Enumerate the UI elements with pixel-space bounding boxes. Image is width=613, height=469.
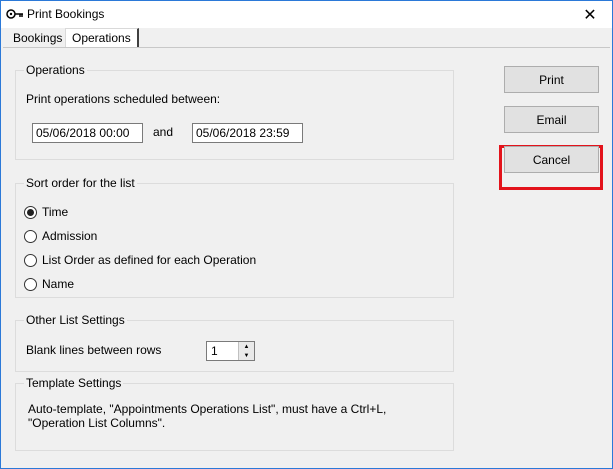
template-settings-group: Template Settings Auto-template, "Appoin…: [15, 376, 454, 451]
tab-bookings[interactable]: Bookings: [7, 30, 65, 48]
window-title: Print Bookings: [27, 7, 105, 21]
tab-bookings-label: Bookings: [13, 31, 63, 45]
radio-unchecked-icon: [24, 229, 37, 243]
email-button[interactable]: Email: [504, 106, 599, 133]
operations-tab-panel: Operations Print operations scheduled be…: [3, 47, 610, 467]
title-bar: Print Bookings ✕: [1, 1, 612, 28]
close-icon: ✕: [583, 6, 597, 24]
key-icon: [6, 9, 23, 19]
other-list-settings-group: Other List Settings Blank lines between …: [15, 313, 454, 372]
tab-operations[interactable]: Operations: [65, 28, 139, 48]
sort-option-admission[interactable]: Admission: [24, 228, 97, 244]
arrow-up-icon: ▲: [243, 343, 250, 350]
blank-lines-value: 1: [211, 344, 218, 358]
radio-unchecked-icon: [24, 253, 37, 267]
blank-lines-label: Blank lines between rows: [26, 343, 162, 357]
sort-option-name[interactable]: Name: [24, 276, 74, 292]
arrow-down-icon: ▼: [243, 352, 250, 359]
and-label: and: [153, 125, 174, 139]
end-datetime-input[interactable]: 05/06/2018 23:59: [192, 123, 303, 143]
sort-option-label: Admission: [42, 229, 98, 243]
sort-option-list-order[interactable]: List Order as defined for each Operation: [24, 252, 256, 268]
sort-option-label: List Order as defined for each Operation: [42, 253, 257, 267]
radio-unchecked-icon: [24, 277, 37, 291]
print-button[interactable]: Print: [504, 66, 599, 93]
radio-checked-icon: [24, 205, 37, 219]
operations-group-title: Operations: [24, 63, 87, 77]
close-button[interactable]: ✕: [568, 1, 612, 28]
operations-group: Operations Print operations scheduled be…: [15, 63, 454, 160]
template-settings-title: Template Settings: [24, 376, 124, 390]
template-description: Auto-template, "Appointments Operations …: [28, 402, 387, 430]
cancel-button[interactable]: Cancel: [504, 146, 599, 173]
tab-strip: Bookings Operations: [3, 28, 610, 48]
sort-order-group: Sort order for the list Time Admission L…: [15, 176, 454, 298]
tab-operations-label: Operations: [72, 31, 131, 45]
print-bookings-window: Print Bookings ✕ Bookings Operations Ope…: [0, 0, 613, 469]
blank-lines-stepper[interactable]: 1 ▲ ▼: [206, 341, 255, 361]
stepper-down-button[interactable]: ▼: [239, 351, 254, 360]
start-datetime-input[interactable]: 05/06/2018 00:00: [32, 123, 143, 143]
sort-option-label: Time: [42, 205, 69, 219]
sort-option-time[interactable]: Time: [24, 204, 68, 220]
schedule-prompt: Print operations scheduled between:: [26, 92, 221, 106]
stepper-buttons: ▲ ▼: [238, 342, 254, 360]
sort-order-group-title: Sort order for the list: [24, 176, 137, 190]
other-list-settings-title: Other List Settings: [24, 313, 127, 327]
sort-option-label: Name: [42, 277, 75, 291]
